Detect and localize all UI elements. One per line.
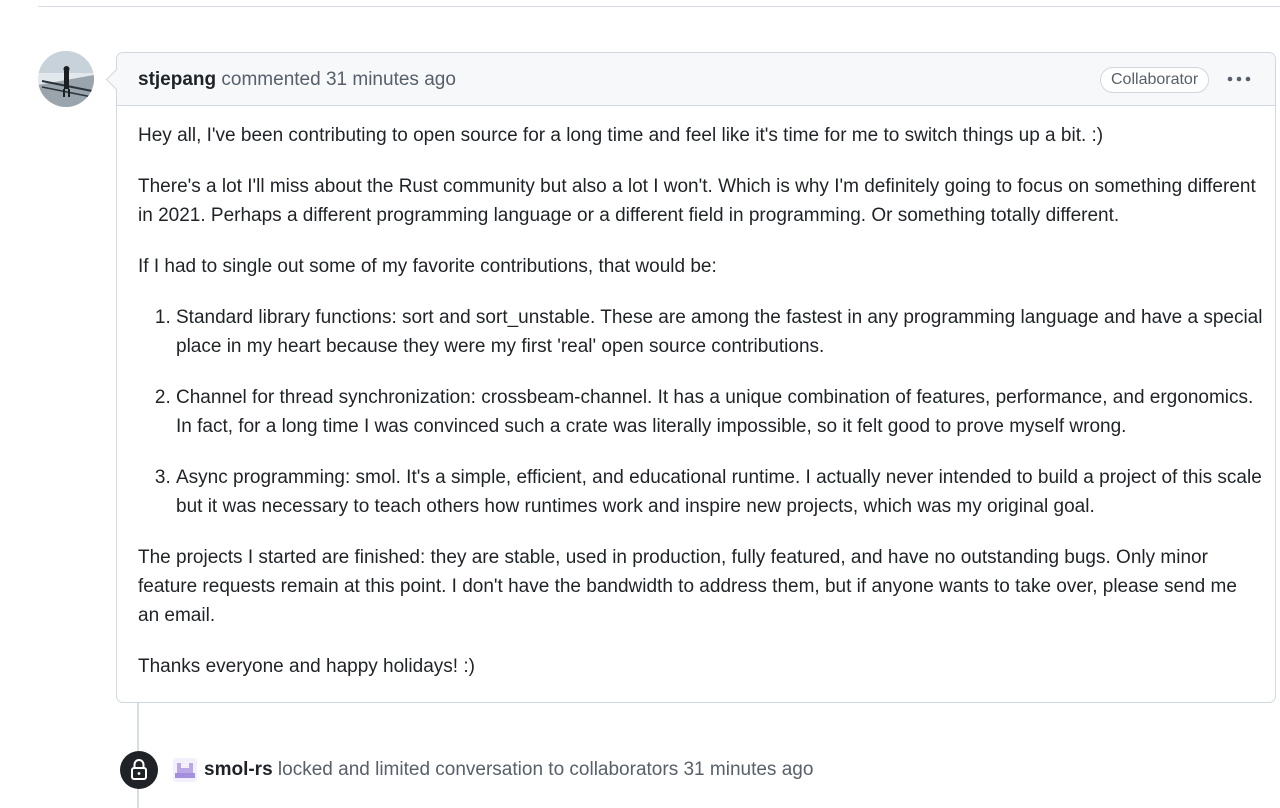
comment-box: stjepang commented 31 minutes ago Collab… — [116, 52, 1276, 703]
lock-event-badge — [120, 751, 158, 789]
event-timestamp-link[interactable]: 31 minutes ago — [683, 759, 813, 780]
comment-paragraph: If I had to single out some of my favori… — [138, 256, 717, 277]
lock-event-text: smol-rs locked and limited conversation … — [204, 757, 813, 783]
lock-icon — [131, 759, 147, 780]
author-avatar[interactable] — [38, 51, 94, 107]
comment-body: Hey all, I've been contributing to open … — [138, 121, 1263, 681]
org-avatar-icon — [173, 758, 197, 782]
comment-action: commented — [221, 69, 321, 90]
list-item: Standard library functions: sort and sor… — [176, 303, 1263, 361]
comment-paragraph: The projects I started are finished: the… — [138, 547, 1237, 626]
comment-author-link[interactable]: stjepang — [138, 69, 216, 90]
comment-meta: stjepang commented 31 minutes ago — [138, 68, 456, 92]
comment-paragraph: Hey all, I've been contributing to open … — [138, 125, 1104, 146]
org-avatar[interactable] — [173, 758, 197, 782]
top-divider — [38, 6, 1280, 7]
comment-paragraph: Thanks everyone and happy holidays! :) — [138, 656, 475, 677]
list-item: Channel for thread synchronization: cros… — [176, 383, 1263, 441]
comment-timestamp-link[interactable]: 31 minutes ago — [326, 69, 456, 90]
comment-options-button[interactable] — [1222, 65, 1256, 93]
event-actor-link[interactable]: smol-rs — [204, 759, 273, 780]
event-description: locked and limited conversation to colla… — [277, 759, 679, 780]
avatar-photo-icon — [38, 51, 94, 107]
list-item: Async programming: smol. It's a simple, … — [176, 463, 1263, 521]
kebab-horizontal-icon — [1227, 76, 1251, 82]
collaborator-badge: Collaborator — [1100, 67, 1210, 93]
comment-paragraph: There's a lot I'll miss about the Rust c… — [138, 176, 1256, 226]
contributions-list: Standard library functions: sort and sor… — [138, 303, 1263, 521]
comment-header: stjepang commented 31 minutes ago Collab… — [117, 53, 1275, 106]
